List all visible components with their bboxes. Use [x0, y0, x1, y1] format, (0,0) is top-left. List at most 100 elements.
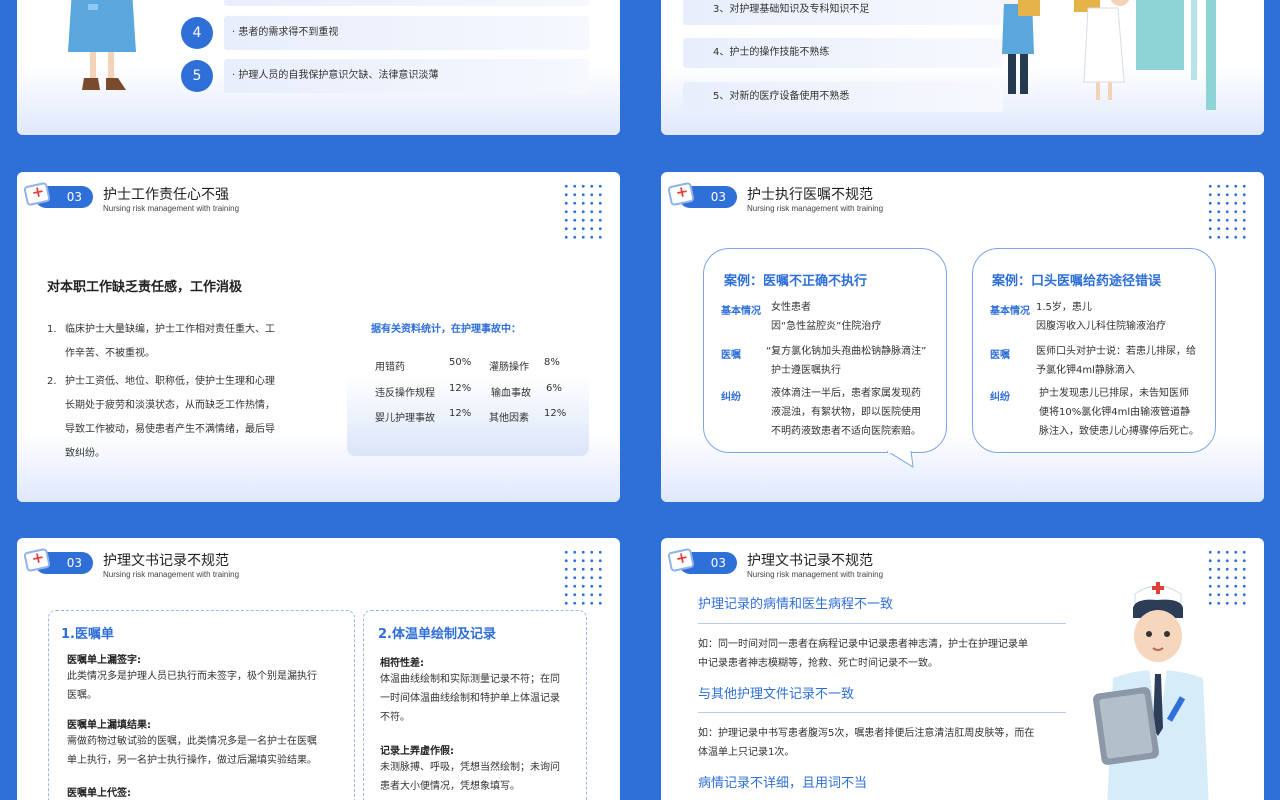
stats-title: 据有关资料统计，在护理事故中： — [371, 324, 521, 335]
orders-h2: 医嘱单上漏填结果: — [67, 720, 151, 731]
list-item-1-line-1: 临床护士大量缺编，护士工作相对责任重大、工 — [65, 324, 275, 335]
case-2-basic-2: 因腹泻收入儿科住院输液治疗 — [1036, 321, 1166, 332]
orders-h3: 医嘱单上代签: — [67, 788, 131, 799]
doctors-illustration — [1000, 0, 1216, 110]
stat-label: 用错药 — [375, 362, 405, 373]
temp-h1: 相符性差: — [380, 658, 424, 669]
list-item-2-line-3: 导致工作被动，易使患者产生不满情绪，最后导 — [65, 424, 275, 435]
dot-grid-decoration — [1206, 182, 1250, 240]
slide-subtitle: Nursing risk management with training — [103, 570, 240, 579]
sec2-body-2: 体温单上只记录1次。 — [698, 747, 795, 758]
item3-bar-remnant — [224, 0, 589, 6]
slide-nurse-factors: 4 4 · 患者的需求得不到重视 5 · 护理人员的自我保护意识欠缺、法律意识淡… — [17, 0, 620, 135]
case-2-label-basic: 基本情况 — [990, 306, 1030, 317]
slide-records-consistency: 03 护理文书记录不规范 Nursing risk management wit… — [661, 538, 1264, 800]
sec3-title: 病情记录不详细，且用词不当 — [698, 776, 868, 791]
case-1-dispute-1: 液体滴注一半后，患者家属发现药 — [771, 388, 921, 399]
sec1-body-2: 中记录患者神志模糊等，抢救、死亡时间记录不一致。 — [698, 658, 938, 669]
bubble-tail — [887, 451, 914, 468]
case-2-order-1: 医师口头对护士说：若患儿排尿，给 — [1036, 346, 1196, 357]
case-2-label-dispute: 纠纷 — [990, 392, 1010, 403]
case-2-basic-1: 1.5岁，患儿 — [1036, 302, 1092, 313]
skill-item-4: 4、护士的操作技能不熟练 — [683, 38, 1003, 68]
stat-value: 12% — [544, 408, 567, 419]
temp-b2-2: 患者大小便情况，凭想象填写。 — [380, 781, 520, 792]
slide-responsibility: 03 护士工作责任心不强 Nursing risk management wit… — [17, 172, 620, 502]
case-1-order-2: 护士遵医嘱执行 — [771, 365, 841, 376]
slide-orders: 03 护士执行医嘱不规范 Nursing risk management wit… — [661, 172, 1264, 502]
list-item-1-num: 1. — [47, 324, 57, 335]
sec2-title: 与其他护理文件记录不一致 — [698, 687, 855, 702]
temp-b1-3: 不符。 — [380, 712, 410, 723]
sec2-divider — [698, 712, 1066, 713]
list-item-2-num: 2. — [47, 376, 57, 387]
orders-box-title: 1.医嘱单 — [61, 627, 114, 642]
sec1-body-1: 如：同一时间对同一患者在病程记录中记录患者神志清，护士在护理记录单 — [698, 639, 1028, 650]
list-item-2-line-2: 长期处于疲劳和淡漠状态，从而缺乏工作热情， — [65, 400, 275, 411]
orders-b2-1: 需做药物过敏试验的医嘱，此类情况多是一名护士在医嘱 — [67, 736, 317, 747]
orders-h1: 医嘱单上漏签字: — [67, 655, 141, 666]
skill-item-3: 3、对护理基础知识及专科知识不足 — [683, 0, 1003, 25]
dot-grid-decoration — [562, 548, 606, 606]
doctor-illustration — [1093, 582, 1209, 800]
orders-b1-1: 此类情况多是护理人员已执行而未签字，极个别是漏执行 — [67, 671, 317, 682]
sec1-title: 护理记录的病情和医生病程不一致 — [698, 597, 894, 612]
slide-subtitle: Nursing risk management with training — [747, 570, 884, 579]
case-1-label-order: 医嘱 — [721, 350, 741, 361]
temp-b1-2: 一时间体温曲线绘制和特护单上体温记录 — [380, 693, 560, 704]
item5-number: 5 — [181, 60, 213, 92]
stat-value: 6% — [546, 383, 562, 394]
slide-title: 护理文书记录不规范 — [747, 553, 873, 569]
stat-value: 12% — [449, 383, 472, 394]
stat-label: 违反操作规程 — [375, 388, 435, 399]
case-2-dispute-1: 护士发现患儿已排尿，未告知医师 — [1039, 388, 1189, 399]
slide-header: 03 护理文书记录不规范 Nursing risk management wit… — [23, 547, 615, 588]
temperature-box-title: 2.体温单绘制及记录 — [378, 627, 496, 642]
orders-b1-2: 医嘱。 — [67, 690, 97, 701]
slide-records: 03 护理文书记录不规范 Nursing risk management wit… — [17, 538, 620, 800]
sec2-body-1: 如：护理记录中书写患者腹泻5次，嘱患者排便后注意清洁肛周皮肤等，而在 — [698, 728, 1035, 739]
case-2-order-2: 予氯化钾4ml静脉滴入 — [1036, 365, 1135, 376]
slide-title: 护士工作责任心不强 — [103, 187, 229, 203]
case-1-basic-1: 女性患者 — [771, 302, 811, 313]
case-1-order-1: “复方氯化钠加头孢曲松钠静脉滴注” — [766, 346, 927, 357]
stat-value: 12% — [449, 408, 472, 419]
case-1-label-dispute: 纠纷 — [721, 392, 741, 403]
sec1-divider — [698, 623, 1066, 624]
item5-bar: · 护理人员的自我保护意识欠缺、法律意识淡薄 — [224, 59, 589, 93]
stat-label: 输血事故 — [491, 388, 531, 399]
case-2-dispute-3: 脉注入，致使患儿心搏骤停后死亡。 — [1039, 426, 1199, 437]
temp-b1-1: 体温曲线绘制和实际测量记录不符；在同 — [380, 674, 560, 685]
case-1-basic-2: 因“急性盆腔炎”住院治疗 — [771, 321, 882, 332]
case-1-dispute-2: 液混浊，有絮状物，即以医院使用 — [771, 407, 921, 418]
item4-bar: · 患者的需求得不到重视 — [224, 16, 589, 50]
case-1-title: 案例：医嘱不正确不执行 — [724, 274, 868, 289]
section-heading: 对本职工作缺乏责任感，工作消极 — [47, 280, 243, 295]
slide-subtitle: Nursing risk management with training — [103, 204, 240, 213]
slide-skill-factors: 3、对护理基础知识及专科知识不足 4、护士的操作技能不熟练 5、对新的医疗设备使… — [661, 0, 1264, 135]
slide-header: 03 护士工作责任心不强 Nursing risk management wit… — [23, 181, 615, 222]
skill-item-5: 5、对新的医疗设备使用不熟悉 — [683, 82, 1003, 112]
slide-subtitle: Nursing risk management with training — [747, 204, 884, 213]
dot-grid-decoration — [562, 182, 606, 240]
item4-number: 4 — [181, 17, 213, 49]
list-item-2-line-1: 护士工资低、地位、职称低，使护士生理和心理 — [65, 376, 275, 387]
slide-title: 护士执行医嘱不规范 — [747, 187, 873, 203]
nurse-illustration — [68, 0, 136, 90]
case-1-label-basic: 基本情况 — [721, 306, 761, 317]
case-1-dispute-3: 不明药液致患者不适向医院索赔。 — [771, 426, 921, 437]
stat-label: 婴儿护理事故 — [375, 413, 435, 424]
case-2-title: 案例：口头医嘱给药途径错误 — [992, 274, 1162, 289]
slide-title: 护理文书记录不规范 — [103, 553, 229, 569]
temp-h2: 记录上弄虚作假: — [380, 746, 454, 757]
list-item-2-line-4: 致纠纷。 — [65, 448, 105, 459]
stat-value: 8% — [544, 357, 560, 368]
case-2-label-order: 医嘱 — [990, 350, 1010, 361]
list-item-1-line-2: 作辛苦、不被重视。 — [65, 348, 155, 359]
temp-b2-1: 未测脉搏、呼吸，凭想当然绘制；未询问 — [380, 762, 560, 773]
stat-label: 灌肠操作 — [489, 362, 529, 373]
orders-b2-2: 单上执行，另一名护士执行操作，做过后漏填实验结果。 — [67, 755, 317, 766]
slide-header: 03 护士执行医嘱不规范 Nursing risk management wit… — [667, 181, 1259, 222]
stat-label: 其他因素 — [489, 413, 529, 424]
case-2-dispute-2: 便将10%氯化钾4ml由输液管道静 — [1039, 407, 1191, 418]
